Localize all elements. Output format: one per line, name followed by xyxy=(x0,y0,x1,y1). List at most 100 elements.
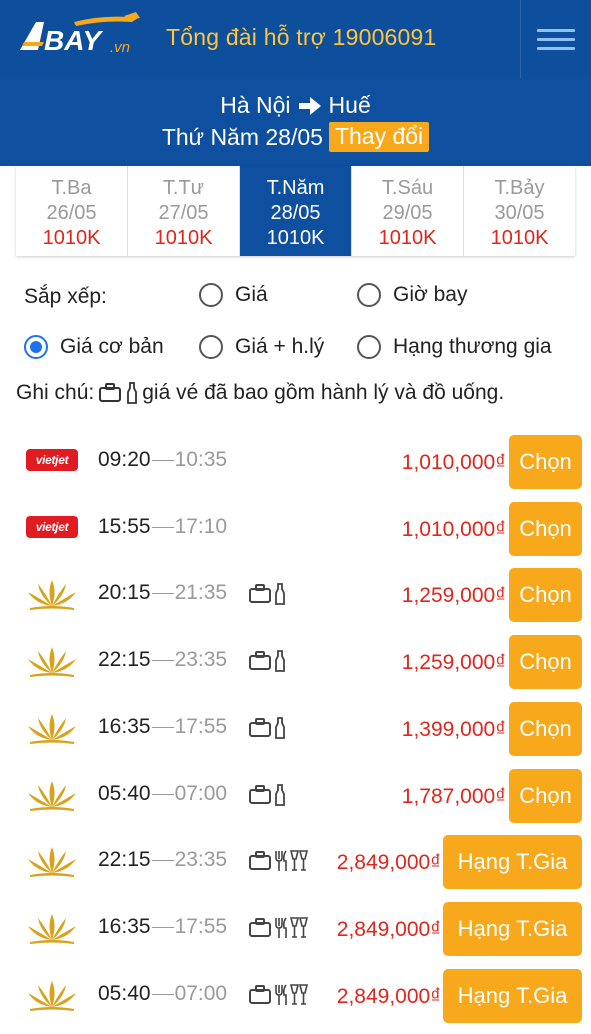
day-tab-sat[interactable]: T.Bảy 30/05 1010K xyxy=(464,166,575,256)
day-name: T.Bảy xyxy=(494,177,545,199)
radio-button[interactable] xyxy=(199,283,223,307)
arrival-time: 07:00 xyxy=(174,782,228,805)
drink-bottle-icon xyxy=(275,650,285,672)
fare-price: 1,787,000₫ xyxy=(401,785,506,808)
menu-icon-bar xyxy=(537,37,575,41)
day-name: T.Tư xyxy=(162,177,205,199)
day-tab-fri[interactable]: T.Sáu 29/05 1010K xyxy=(352,166,464,256)
flight-row: 16:35 17:55 1,399,000₫ Chọn xyxy=(0,700,591,756)
arrival-time: 17:55 xyxy=(174,915,228,938)
sort-option-price[interactable]: Giá xyxy=(199,283,268,307)
luggage-icon xyxy=(249,785,271,804)
day-date: 26/05 xyxy=(46,202,97,224)
fare-price: 2,849,000₫ xyxy=(336,851,441,874)
flight-times: 05:40 07:00 xyxy=(98,782,227,806)
amenity-icons xyxy=(248,716,286,740)
luggage-icon xyxy=(249,918,271,937)
select-flight-button[interactable]: Chọn xyxy=(509,635,582,689)
fare-price: 1,010,000₫ xyxy=(401,451,506,474)
select-business-class-button[interactable]: Hạng T.Gia xyxy=(443,902,582,956)
sort-option-label: Giá xyxy=(235,283,268,306)
flight-row: 16:35 17:55 2,849,000₫ Hạng T.Gia xyxy=(0,900,591,956)
sort-option-business-class[interactable]: Hạng thương gia xyxy=(357,335,552,359)
radio-button[interactable] xyxy=(357,283,381,307)
vietjet-logo: vietjet xyxy=(26,516,78,538)
svg-text:BAY: BAY xyxy=(44,25,103,56)
menu-icon-bar xyxy=(537,46,575,50)
change-search-button[interactable]: Thay đổi xyxy=(328,122,430,152)
time-separator xyxy=(151,659,174,661)
day-date: 27/05 xyxy=(158,202,209,224)
drinks-glasses-icon xyxy=(290,917,308,938)
flight-row: 22:15 23:35 1,259,000₫ Chọn xyxy=(0,633,591,689)
meal-cutlery-icon xyxy=(275,917,287,938)
radio-button-checked[interactable] xyxy=(24,335,48,359)
select-business-class-button[interactable]: Hạng T.Gia xyxy=(443,969,582,1023)
luggage-icon xyxy=(249,851,271,870)
drink-bottle-icon xyxy=(275,784,285,806)
select-flight-button[interactable]: Chọn xyxy=(509,568,582,622)
time-separator xyxy=(151,793,174,795)
top-bar: BAY .vn Tổng đài hỗ trợ 19006091 xyxy=(0,0,591,78)
drink-bottle-icon xyxy=(275,583,285,605)
amenity-icons xyxy=(248,649,286,673)
amenity-icons xyxy=(248,783,286,807)
select-flight-button[interactable]: Chọn xyxy=(509,435,582,489)
sort-option-price-with-luggage[interactable]: Giá + h.lý xyxy=(199,335,324,359)
sort-option-departure-time[interactable]: Giờ bay xyxy=(357,283,467,307)
day-date: 29/05 xyxy=(382,202,433,224)
sort-option-base-price[interactable]: Giá cơ bản xyxy=(24,335,164,359)
route-summary: Hà Nội Huế Thứ Năm 28/05 Thay đổi xyxy=(0,78,591,166)
departure-time: 05:40 xyxy=(98,782,151,805)
departure-time: 16:35 xyxy=(98,915,151,938)
hotline-text[interactable]: Tổng đài hỗ trợ 19006091 xyxy=(166,24,437,51)
day-min-price: 1010K xyxy=(154,227,213,249)
select-flight-button[interactable]: Chọn xyxy=(509,702,582,756)
vietjet-logo: vietjet xyxy=(26,449,78,471)
sort-option-label: Giá + h.lý xyxy=(235,335,325,358)
select-flight-button[interactable]: Chọn xyxy=(509,769,582,823)
luggage-icon xyxy=(249,584,271,603)
fare-price: 1,259,000₫ xyxy=(401,584,506,607)
fare-price: 2,849,000₫ xyxy=(336,985,441,1008)
menu-icon-bar xyxy=(537,28,575,32)
select-flight-button[interactable]: Chọn xyxy=(509,502,582,556)
vietnam-airlines-lotus-logo xyxy=(28,714,76,744)
departure-time: 15:55 xyxy=(98,515,151,538)
amenity-icons xyxy=(248,916,308,940)
time-separator xyxy=(151,726,174,728)
hamburger-menu-button[interactable] xyxy=(520,0,591,78)
luggage-icon xyxy=(99,383,122,402)
day-tab-tue[interactable]: T.Ba 26/05 1010K xyxy=(16,166,128,256)
day-name: T.Sáu xyxy=(381,177,434,199)
radio-button[interactable] xyxy=(357,335,381,359)
day-date: 28/05 xyxy=(270,202,321,224)
day-min-price: 1010K xyxy=(42,227,101,249)
select-business-class-button[interactable]: Hạng T.Gia xyxy=(443,835,582,889)
travel-date: Thứ Năm 28/05 xyxy=(161,123,323,150)
arrival-time: 10:35 xyxy=(174,448,228,471)
day-date: 30/05 xyxy=(494,202,545,224)
day-tab-wed[interactable]: T.Tư 27/05 1010K xyxy=(128,166,240,256)
arrival-time: 17:10 xyxy=(174,515,228,538)
amenity-icons xyxy=(248,582,286,606)
flight-times: 09:20 10:35 xyxy=(98,448,227,472)
abay-logo[interactable]: BAY .vn xyxy=(14,12,144,64)
flight-times: 16:35 17:55 xyxy=(98,915,227,939)
amenity-icons xyxy=(248,983,308,1007)
time-separator xyxy=(151,592,174,594)
meal-cutlery-icon xyxy=(275,984,287,1005)
svg-text:.vn: .vn xyxy=(110,39,130,56)
origin-city: Hà Nội xyxy=(220,92,291,118)
departure-time: 22:15 xyxy=(98,648,151,671)
flight-row: vietjet 15:55 17:10 1,010,000₫ Chọn xyxy=(0,500,591,556)
flight-times: 20:15 21:35 xyxy=(98,581,227,605)
luggage-icon xyxy=(249,985,271,1004)
departure-time: 22:15 xyxy=(98,848,151,871)
date-line: Thứ Năm 28/05 Thay đổi xyxy=(0,122,591,152)
day-tab-thu-selected[interactable]: T.Năm 28/05 1010K xyxy=(240,166,352,256)
radio-button[interactable] xyxy=(199,335,223,359)
arrival-time: 23:35 xyxy=(174,848,228,871)
day-min-price: 1010K xyxy=(490,227,549,249)
destination-city: Huế xyxy=(328,92,371,118)
